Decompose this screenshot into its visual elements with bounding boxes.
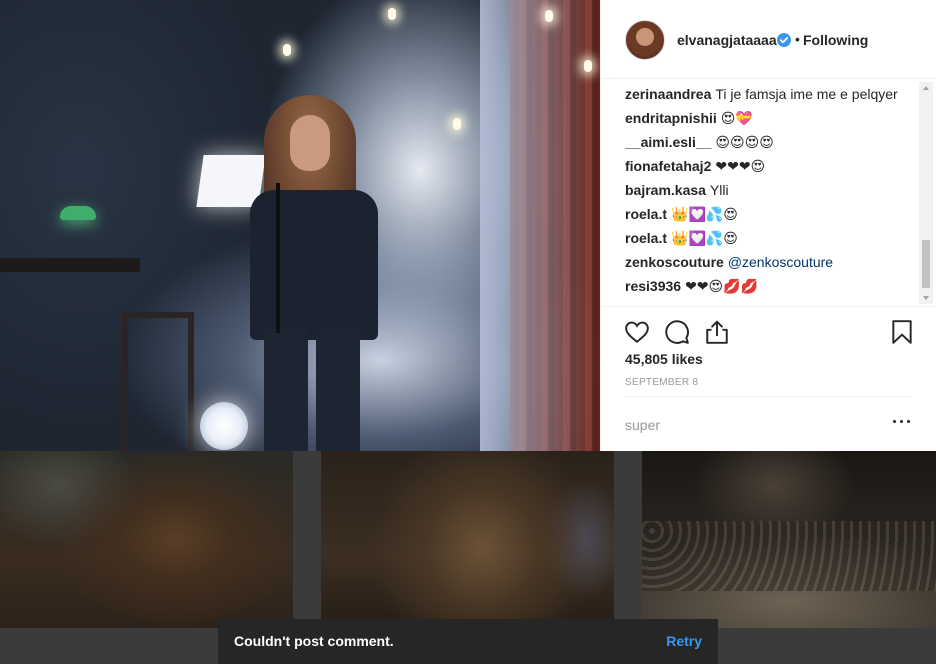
share-icon[interactable] xyxy=(704,319,730,345)
comment-row: roela.t 👑💟💦😍 xyxy=(625,205,915,229)
desk-lamp xyxy=(60,206,96,220)
toast-message: Couldn't post comment. xyxy=(234,633,394,649)
more-options-icon[interactable] xyxy=(891,410,913,432)
comment-text: 😍😍😍😍 xyxy=(715,134,774,150)
post-photo[interactable] xyxy=(0,0,600,451)
likes-count[interactable]: 45,805 likes xyxy=(625,351,703,367)
comment-username[interactable]: zenkoscouture xyxy=(625,254,724,270)
comment-text: 😍💝 xyxy=(720,110,753,126)
stage-bulb xyxy=(584,60,592,72)
comment-username[interactable]: fionafetahaj2 xyxy=(625,158,711,174)
verified-badge-icon xyxy=(777,33,791,47)
following-button[interactable]: Following xyxy=(803,32,868,48)
comment-username[interactable]: resi3936 xyxy=(625,278,681,294)
comment-row: zerinaandrea Ti je famsja ime me e pelqye… xyxy=(625,85,915,109)
divider xyxy=(625,396,912,397)
grid-thumbnail-3[interactable] xyxy=(642,451,936,628)
comment-list[interactable]: zerinaandrea Ti je famsja ime me e pelqye… xyxy=(625,85,915,305)
post-date[interactable]: SEPTEMBER 8 xyxy=(625,377,698,388)
comment-username[interactable]: roela.t xyxy=(625,206,667,222)
grid-thumbnail-2[interactable] xyxy=(321,451,614,628)
bookmark-icon[interactable] xyxy=(889,319,915,345)
comment-text: Ti je famsja ime me e pelqyer xyxy=(715,86,898,102)
error-toast: Couldn't post comment. Retry xyxy=(218,619,718,664)
retry-button[interactable]: Retry xyxy=(666,633,702,649)
comment-row: __aimi.esli__ 😍😍😍😍 xyxy=(625,133,915,157)
stage-bulb xyxy=(453,118,461,130)
separator-dot: • xyxy=(795,31,800,47)
comment-row: endritapnishii 😍💝 xyxy=(625,109,915,133)
post-header: elvanagjataaaa • Following xyxy=(601,0,936,79)
comment-text: Ylli xyxy=(709,182,729,198)
comment-row: zenkoscouture @zenkoscouture xyxy=(625,253,915,277)
stage-bulb xyxy=(283,44,291,56)
comment-text: ❤❤😍💋💋 xyxy=(685,278,758,294)
singer-figure xyxy=(242,95,382,451)
comment-icon[interactable] xyxy=(664,319,690,345)
comment-username[interactable]: endritapnishii xyxy=(625,110,717,126)
spotlight xyxy=(200,402,248,450)
stage-bulb xyxy=(388,8,396,20)
action-bar xyxy=(601,306,936,344)
comment-username[interactable]: __aimi.esli__ xyxy=(625,134,711,150)
comment-row: bajram.kasa Ylli xyxy=(625,181,915,205)
heart-icon[interactable] xyxy=(624,319,650,345)
comment-input[interactable]: super xyxy=(625,417,660,433)
comment-row: resi3936 ❤❤😍💋💋 xyxy=(625,277,915,301)
microphone-stand xyxy=(276,183,280,333)
stage-bulb xyxy=(545,10,553,22)
comment-text: ❤❤❤😍 xyxy=(715,158,766,174)
comment-username[interactable]: bajram.kasa xyxy=(625,182,706,198)
avatar[interactable] xyxy=(625,20,665,60)
scroll-down-arrow-icon[interactable] xyxy=(923,296,929,300)
comment-row: roela.t 👑💟💦😍 xyxy=(625,229,915,253)
comment-text: 👑💟💦😍 xyxy=(671,206,738,222)
post-side-panel: elvanagjataaaa • Following zerinaandrea T… xyxy=(600,0,936,451)
table xyxy=(0,258,140,272)
scroll-up-arrow-icon[interactable] xyxy=(923,86,929,90)
comment-text: 👑💟💦😍 xyxy=(671,230,738,246)
grid-thumbnail-1[interactable] xyxy=(0,451,293,628)
scrollbar-thumb[interactable] xyxy=(922,240,930,288)
comment-text[interactable]: @zenkoscouture xyxy=(728,254,833,270)
username-link[interactable]: elvanagjataaaa xyxy=(677,32,777,48)
chair xyxy=(122,312,194,451)
comment-username[interactable]: roela.t xyxy=(625,230,667,246)
comment-row: fionafetahaj2 ❤❤❤😍 xyxy=(625,157,915,181)
comment-username[interactable]: zerinaandrea xyxy=(625,86,711,102)
